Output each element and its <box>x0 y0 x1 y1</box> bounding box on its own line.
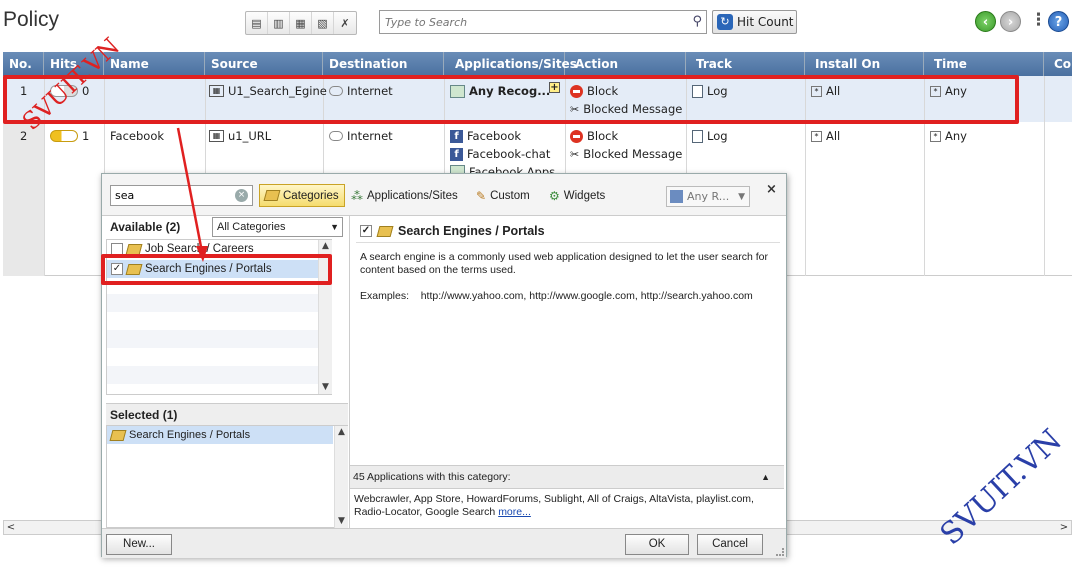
policy-window: Policy ▤ ▥ ▦ ▧ ✗ ⚲ ↻ Hit Count ‹ › ⋮ ? N… <box>0 0 1072 568</box>
annotation-arrow <box>176 127 208 262</box>
